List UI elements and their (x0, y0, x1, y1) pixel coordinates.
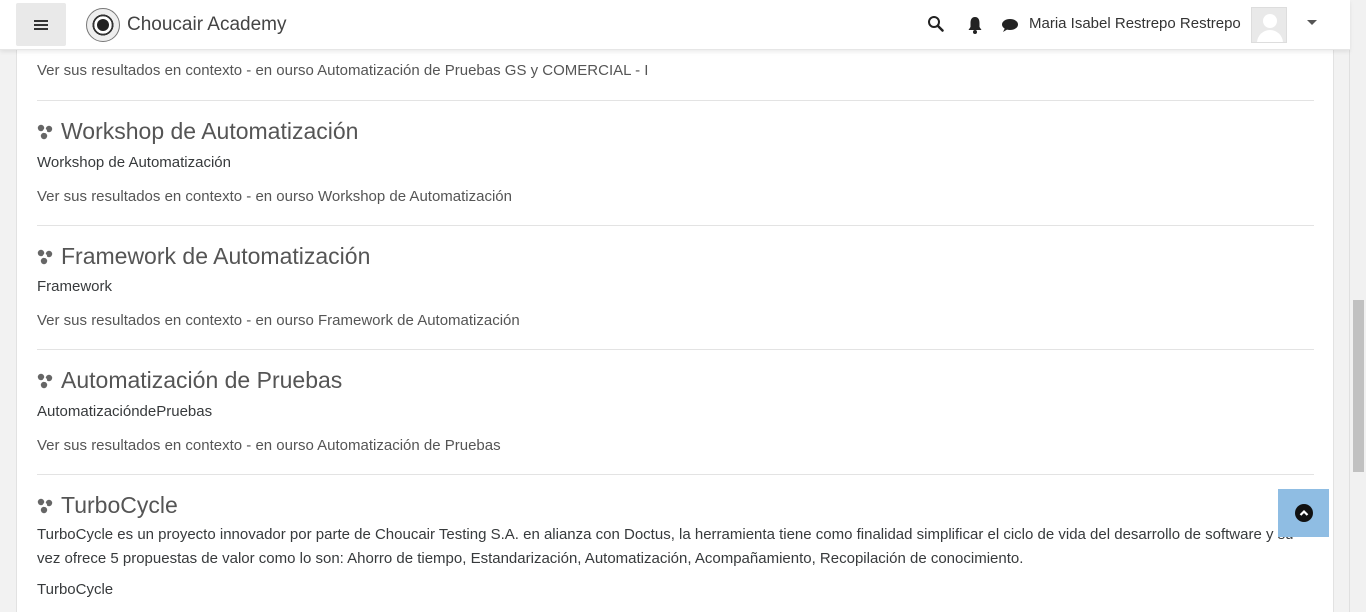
course-icon (37, 124, 53, 139)
result-context-link[interactable]: Ver sus resultados en contexto - en ours… (37, 437, 1314, 454)
divider (37, 474, 1314, 475)
result-title: Automatización de Pruebas (61, 367, 343, 393)
scrollbar-thumb[interactable] (1353, 300, 1364, 472)
chat-icon[interactable] (1001, 18, 1019, 33)
result-context-link[interactable]: Ver sus resultados en contexto - en ours… (37, 188, 1314, 205)
course-icon (37, 373, 53, 388)
search-icon[interactable] (927, 15, 944, 32)
chevron-down-icon[interactable] (1307, 20, 1317, 25)
user-menu-name[interactable]: Maria Isabel Restrepo Restrepo (1029, 15, 1241, 32)
result-title: Framework de Automatización (61, 243, 371, 269)
divider (37, 100, 1314, 101)
result-title: TurboCycle (61, 492, 178, 518)
result-summary-secondary: TurboCycle (37, 581, 114, 598)
chevron-up-icon (1294, 504, 1313, 522)
site-name: Choucair Academy (127, 14, 287, 35)
search-result: Workshop de Automatización Workshop de A… (37, 118, 1314, 205)
result-summary: TurboCycle es un proyecto innovador por … (37, 526, 1294, 567)
search-result: Framework de Automatización Framework Ve… (37, 243, 1314, 329)
site-brand-link[interactable]: Choucair Academy (86, 8, 286, 42)
result-summary: Workshop de Automatización (37, 154, 231, 171)
course-icon (37, 498, 53, 513)
page-scrollbar[interactable] (1349, 0, 1366, 612)
back-to-top-button[interactable] (1278, 489, 1329, 537)
divider (37, 225, 1314, 226)
site-logo (86, 8, 120, 42)
search-result-partial: Ver sus resultados en contexto - en ours… (37, 62, 1314, 79)
result-title: Workshop de Automatización (61, 118, 359, 144)
search-result: TurboCycle TurboCycle es un proyecto inn… (37, 492, 1314, 602)
search-result: Automatización de Pruebas Automatización… (37, 367, 1314, 454)
result-summary: Framework (37, 278, 113, 295)
user-avatar[interactable] (1251, 7, 1287, 43)
result-context-link[interactable]: Ver sus resultados en contexto - en ours… (37, 312, 1314, 329)
divider (37, 349, 1314, 350)
search-results-content: Ver sus resultados en contexto - en ours… (16, 0, 1334, 612)
result-summary: AutomatizacióndePruebas (37, 403, 213, 420)
result-title-link[interactable]: Framework de Automatización (37, 243, 1314, 270)
course-icon (37, 249, 53, 264)
result-context-link[interactable]: Ver sus resultados en contexto - en ours… (37, 62, 1314, 79)
top-navbar: Choucair Academy Maria Isabel Restrepo R… (0, 0, 1350, 50)
hamburger-icon (34, 19, 48, 31)
result-title-link[interactable]: Automatización de Pruebas (37, 367, 1314, 394)
result-title-link[interactable]: Workshop de Automatización (37, 118, 1314, 145)
nav-drawer-toggle-button[interactable] (16, 3, 66, 46)
bell-icon[interactable] (967, 16, 983, 34)
result-title-link[interactable]: TurboCycle (37, 492, 1314, 519)
